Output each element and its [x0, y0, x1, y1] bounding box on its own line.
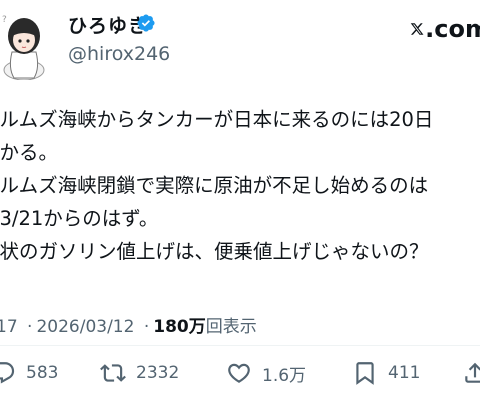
like-button[interactable]: 1.6万 [226, 360, 306, 386]
bookmark-icon [356, 362, 374, 385]
x-logo-icon [410, 23, 424, 35]
share-button[interactable] [462, 360, 480, 386]
like-count: 1.6万 [262, 365, 307, 386]
bookmark-button[interactable]: 411 [352, 360, 420, 386]
share-icon [465, 362, 480, 383]
handle[interactable]: @hirox246 [68, 43, 170, 65]
retweet-icon [100, 364, 126, 382]
verified-badge-icon [136, 13, 156, 33]
tweet-text: ホルムズ海峡からタンカーが日本に来るのには20日 かかる。 ホルムズ海峡閉鎖で実… [0, 103, 480, 268]
post-time[interactable]: 17 [0, 317, 18, 337]
reply-button[interactable]: 583 [0, 360, 58, 386]
reply-count: 583 [26, 363, 59, 383]
x-logo[interactable]: .com [410, 14, 480, 44]
tweet-line: 、3/21からのはず。 [0, 207, 159, 230]
retweet-count: 2332 [136, 363, 180, 383]
meta-separator: · [143, 317, 150, 337]
retweet-button[interactable]: 2332 [100, 360, 179, 386]
tweet-meta: 17 · 2026/03/12 · 180万回表示 [0, 312, 257, 337]
svg-text:?: ? [2, 15, 7, 25]
tweet-line: ホルムズ海峡からタンカーが日本に来るのには20日 [0, 108, 434, 131]
view-count[interactable]: 180万 [153, 317, 206, 337]
bookmark-count: 411 [388, 363, 421, 383]
reply-icon [0, 362, 15, 384]
tweet-line: かかる。 [0, 141, 59, 164]
avatar[interactable]: ? [0, 8, 52, 81]
view-count-label: 回表示 [205, 317, 257, 337]
meta-separator: · [27, 317, 33, 337]
divider [0, 345, 480, 346]
x-logo-suffix: .com [425, 15, 480, 43]
tweet-line: 現状のガソリン値上げは、便乗値上げじゃないの？ [0, 240, 429, 263]
post-date[interactable]: 2026/03/12 [36, 317, 134, 337]
heart-icon [228, 363, 250, 383]
tweet-line: ホルムズ海峡閉鎖で実際に原油が不足し始めるのは [0, 174, 429, 197]
